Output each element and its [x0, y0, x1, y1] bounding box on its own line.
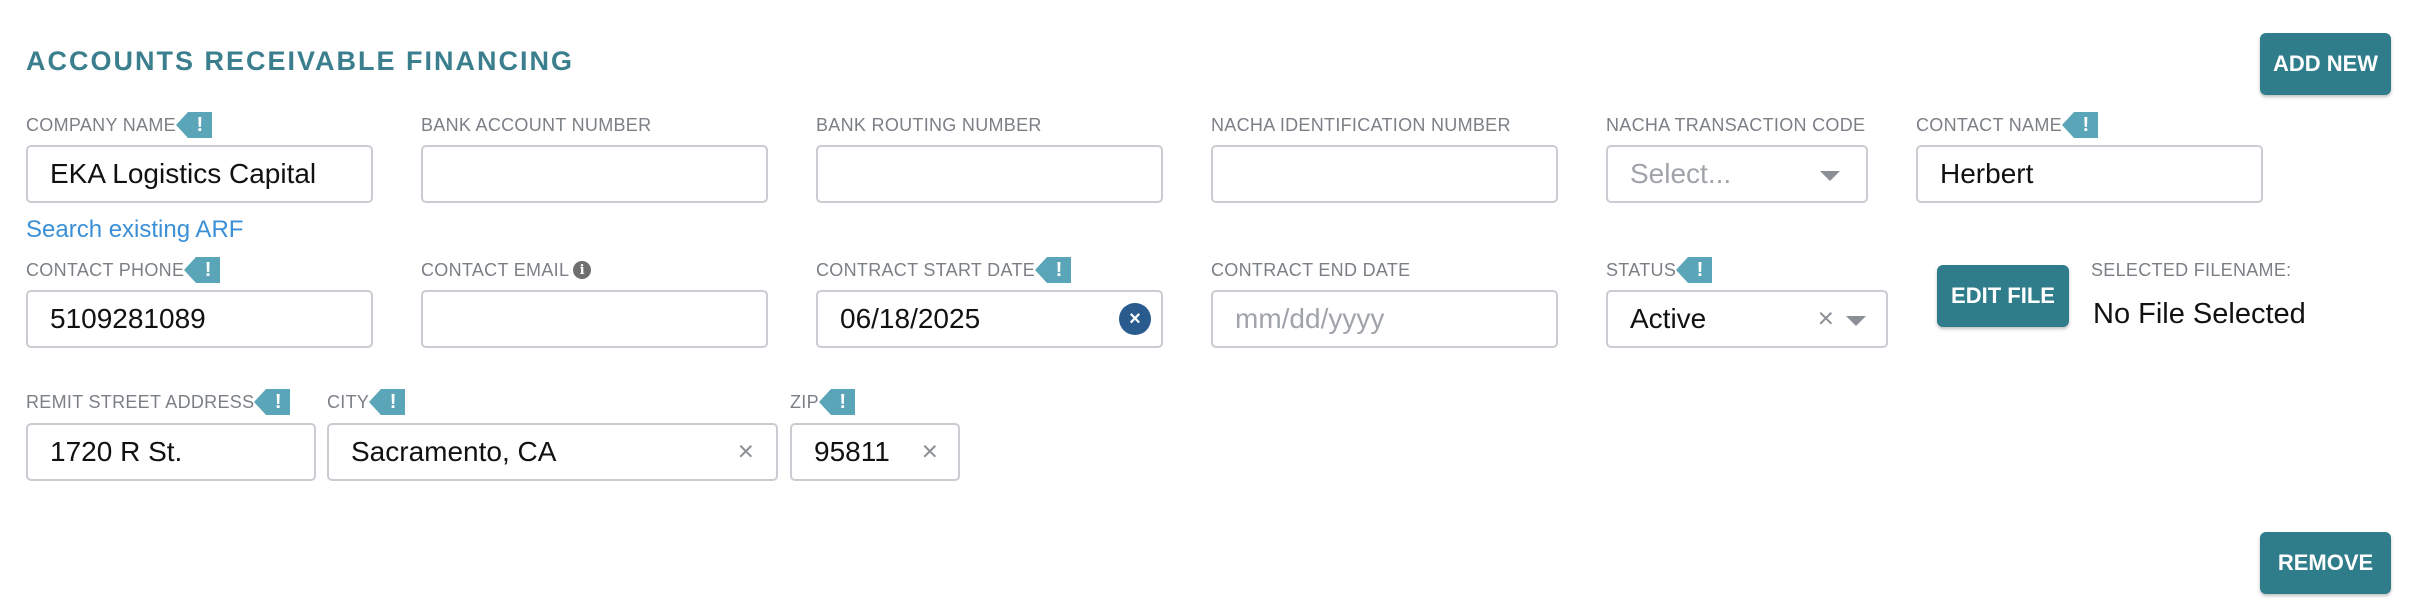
contact-name-input[interactable]: Herbert: [1916, 145, 2263, 203]
status-label: STATUS !: [1606, 257, 1713, 283]
bank-routing-input[interactable]: [816, 145, 1163, 203]
close-icon[interactable]: ×: [922, 435, 938, 467]
nacha-id-label: NACHA IDENTIFICATION NUMBER: [1211, 115, 1511, 135]
info-icon[interactable]: i: [573, 261, 592, 279]
contract-end-label: CONTRACT END DATE: [1211, 260, 1411, 280]
clear-date-icon[interactable]: ×: [1119, 303, 1151, 335]
required-flag-icon: !: [369, 389, 406, 415]
city-input[interactable]: Sacramento, CA ×: [327, 423, 778, 481]
add-new-button[interactable]: ADD NEW: [2260, 33, 2391, 95]
bank-account-label: BANK ACCOUNT NUMBER: [421, 115, 652, 135]
company-name-input[interactable]: EKA Logistics Capital: [26, 145, 373, 203]
search-existing-arf-link[interactable]: Search existing ARF: [26, 216, 243, 244]
nacha-id-input[interactable]: [1211, 145, 1558, 203]
zip-label: ZIP !: [790, 389, 855, 415]
company-name-label: COMPANY NAME !: [26, 112, 212, 138]
edit-file-button[interactable]: EDIT FILE: [1937, 265, 2069, 327]
contact-phone-input[interactable]: 5109281089: [26, 290, 373, 348]
required-flag-icon: !: [818, 389, 855, 415]
close-icon[interactable]: ×: [738, 435, 754, 467]
required-flag-icon: !: [175, 112, 212, 138]
close-icon[interactable]: ×: [1818, 302, 1834, 334]
contract-end-date-input[interactable]: mm/dd/yyyy: [1211, 290, 1558, 348]
contact-email-label: CONTACT EMAIL i: [421, 257, 592, 283]
bank-account-input[interactable]: [421, 145, 768, 203]
required-flag-icon: !: [2061, 112, 2098, 138]
required-flag-icon: !: [1035, 257, 1072, 283]
section-title: ACCOUNTS RECEIVABLE FINANCING: [26, 46, 575, 76]
selected-filename-value: No File Selected: [2093, 298, 2306, 330]
contract-start-label: CONTRACT START DATE !: [816, 257, 1072, 283]
contact-email-input[interactable]: [421, 290, 768, 348]
status-select[interactable]: Active ×: [1606, 290, 1888, 348]
required-flag-icon: !: [1676, 257, 1713, 283]
chevron-down-icon[interactable]: [1820, 171, 1840, 181]
remit-street-label: REMIT STREET ADDRESS !: [26, 389, 291, 415]
contact-name-label: CONTACT NAME !: [1916, 112, 2098, 138]
city-label: CITY !: [327, 389, 406, 415]
contact-phone-label: CONTACT PHONE !: [26, 257, 221, 283]
bank-routing-label: BANK ROUTING NUMBER: [816, 115, 1042, 135]
zip-input[interactable]: 95811 ×: [790, 423, 960, 481]
nacha-code-select[interactable]: Select...: [1606, 145, 1868, 203]
selected-filename-label: SELECTED FILENAME:: [2091, 260, 2292, 280]
required-flag-icon: !: [184, 257, 221, 283]
chevron-down-icon[interactable]: [1846, 316, 1866, 326]
required-flag-icon: !: [254, 389, 291, 415]
remit-street-input[interactable]: 1720 R St.: [26, 423, 316, 481]
contract-start-date-input[interactable]: 06/18/2025 ×: [816, 290, 1163, 348]
nacha-code-label: NACHA TRANSACTION CODE: [1606, 115, 1866, 135]
remove-button[interactable]: REMOVE: [2260, 532, 2391, 594]
